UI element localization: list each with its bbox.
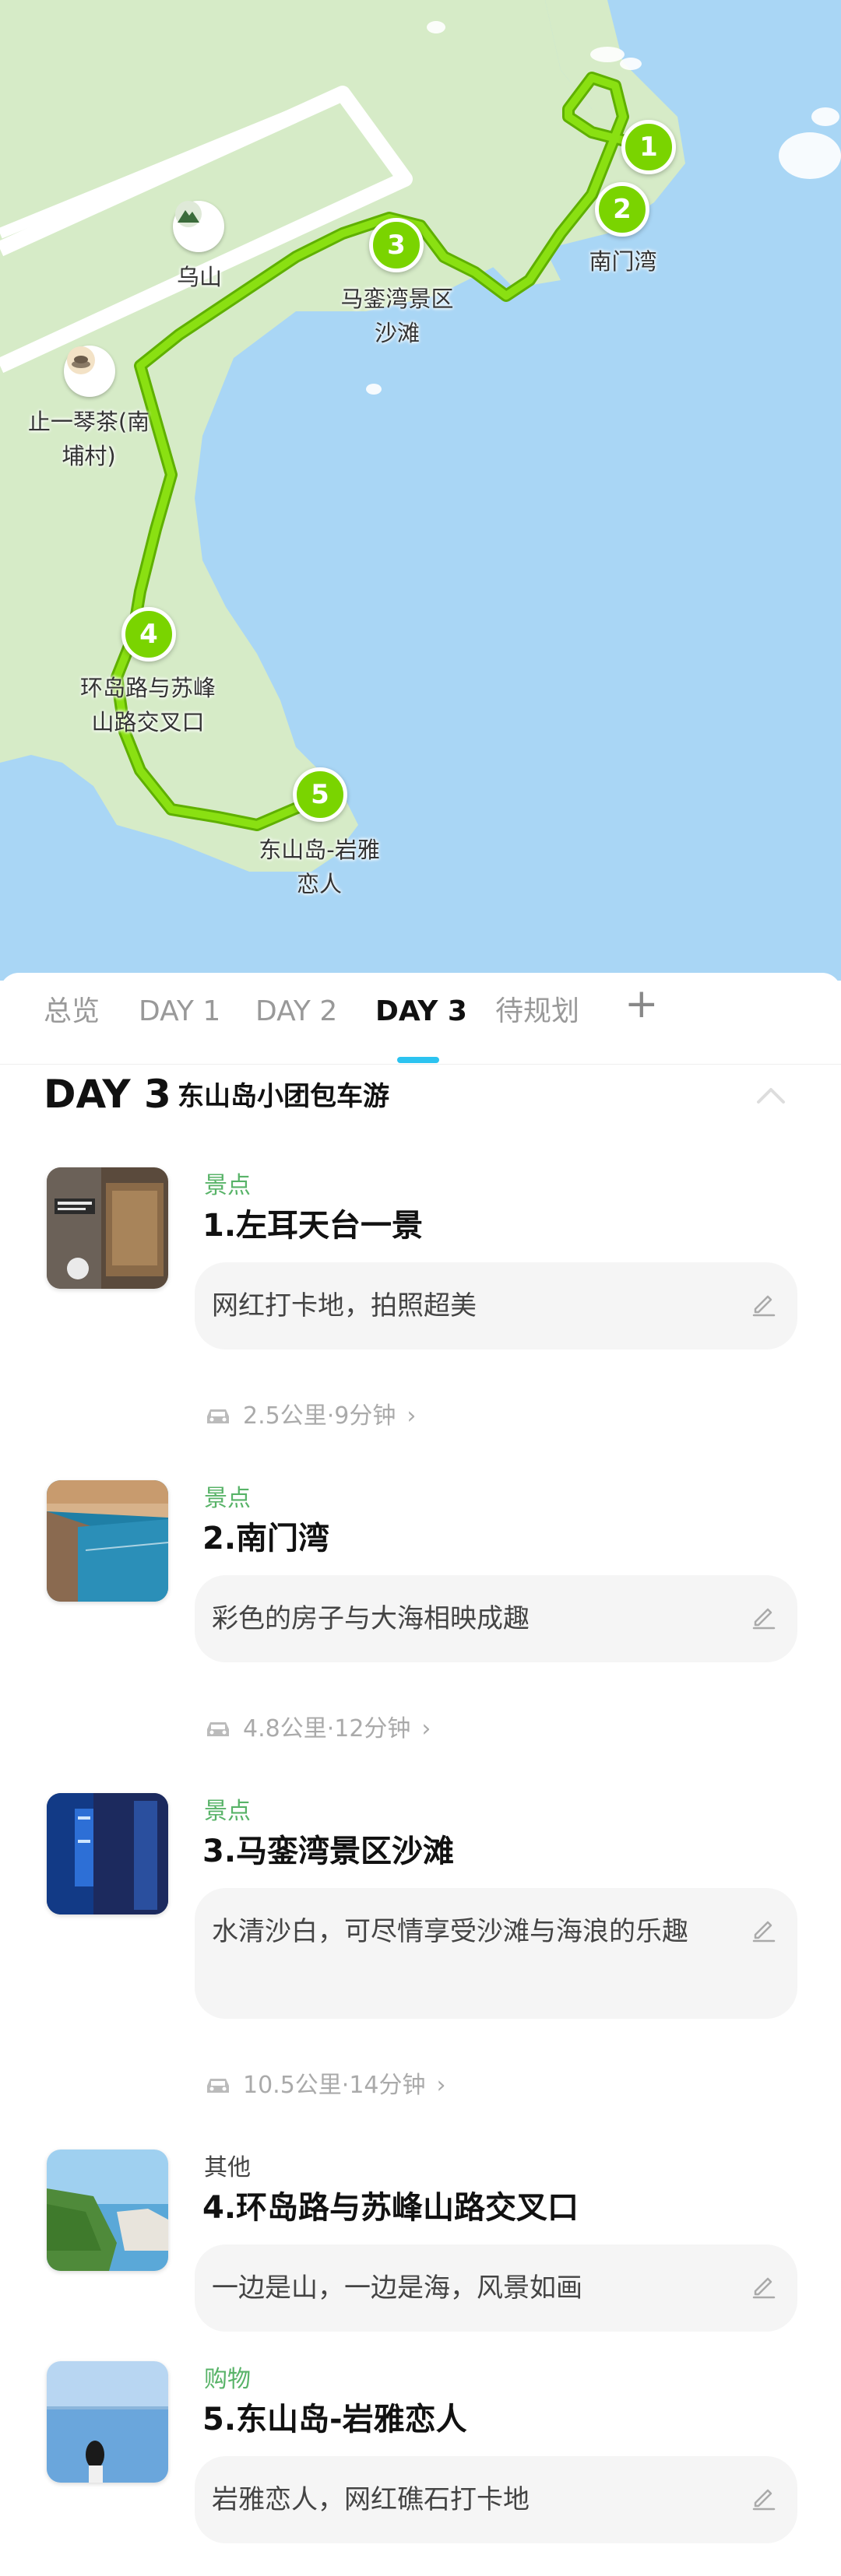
route-marker-2[interactable]: 2 bbox=[595, 182, 649, 237]
stop-4-image bbox=[47, 2150, 168, 2271]
tab-day-3[interactable]: DAY 3 bbox=[375, 993, 467, 1030]
stop-1-note[interactable]: 网红打卡地，拍照超美 bbox=[195, 1262, 797, 1349]
edit-icon[interactable] bbox=[749, 1914, 779, 1944]
stop-2-note[interactable]: 彩色的房子与大海相映成趣 bbox=[195, 1575, 797, 1662]
stop-5-image bbox=[47, 2361, 168, 2483]
route-marker-4[interactable]: 4 bbox=[121, 607, 176, 662]
route-marker-5-label-line1: 东山岛-岩雅 bbox=[259, 837, 380, 863]
stop-1-category: 景点 bbox=[204, 1172, 251, 1199]
transit-1-2-text: 2.5公里·9分钟 bbox=[243, 1402, 396, 1430]
stop-2-thumbnail[interactable] bbox=[47, 1480, 168, 1602]
edit-icon[interactable] bbox=[749, 2483, 779, 2512]
stop-1-note-text: 网红打卡地，拍照超美 bbox=[212, 1290, 477, 1321]
tab-day-2[interactable]: DAY 2 bbox=[255, 993, 337, 1030]
stop-2-image bbox=[47, 1480, 168, 1602]
tab-day-1[interactable]: DAY 1 bbox=[139, 993, 220, 1030]
transit-3-4[interactable]: 10.5公里·14分钟 › bbox=[204, 2070, 446, 2101]
transit-3-4-text: 10.5公里·14分钟 bbox=[243, 2072, 426, 2099]
route-map[interactable]: 乌山 止一琴茶(南 埔村) 1 2 南门湾 3 马銮湾景区 沙滩 4 环岛路与苏… bbox=[0, 0, 841, 981]
day-title: DAY 3 bbox=[44, 1072, 171, 1117]
route-marker-5[interactable]: 5 bbox=[293, 767, 347, 822]
route-marker-3-label-line2: 沙滩 bbox=[374, 320, 420, 346]
stop-1-thumbnail[interactable] bbox=[47, 1167, 168, 1289]
route-marker-2-label: 南门湾 bbox=[589, 248, 657, 275]
add-day-button[interactable]: + bbox=[625, 984, 659, 1024]
stop-2-note-text: 彩色的房子与大海相映成趣 bbox=[212, 1603, 530, 1634]
stop-3-note[interactable]: 水清沙白，可尽情享受沙滩与海浪的乐趣 bbox=[195, 1888, 797, 2019]
stop-4-title[interactable]: 4.环岛路与苏峰山路交叉口 bbox=[202, 2187, 579, 2229]
transit-2-3[interactable]: 4.8公里·12分钟 › bbox=[204, 1714, 431, 1745]
stop-5-note[interactable]: 岩雅恋人，网红礁石打卡地 bbox=[195, 2456, 797, 2543]
stop-2-title[interactable]: 2.南门湾 bbox=[202, 1518, 329, 1560]
stop-5-note-text: 岩雅恋人，网红礁石打卡地 bbox=[212, 2484, 530, 2515]
route-marker-4-label-line2: 山路交叉口 bbox=[91, 709, 205, 735]
stop-3-note-text: 水清沙白，可尽情享受沙滩与海浪的乐趣 bbox=[212, 1916, 688, 1947]
transit-2-3-text: 4.8公里·12分钟 bbox=[243, 1715, 411, 1742]
car-icon bbox=[207, 1409, 229, 1423]
stop-3-thumbnail[interactable] bbox=[47, 1793, 168, 1914]
poi-tea-label-line1: 止一琴茶(南 bbox=[27, 409, 150, 435]
route-marker-4-label-line1: 环岛路与苏峰 bbox=[79, 675, 216, 701]
route-marker-3[interactable]: 3 bbox=[369, 218, 424, 272]
tab-overview[interactable]: 总览 bbox=[44, 993, 100, 1030]
route-marker-5-label-line2: 恋人 bbox=[296, 871, 342, 897]
stop-2-category: 景点 bbox=[204, 1485, 251, 1512]
chevron-up-icon[interactable] bbox=[754, 1083, 788, 1107]
stop-4-note[interactable]: 一边是山，一边是海，风景如画 bbox=[195, 2244, 797, 2332]
car-icon bbox=[207, 1722, 229, 1736]
stop-3-image bbox=[47, 1793, 168, 1914]
stop-5-thumbnail[interactable] bbox=[47, 2361, 168, 2483]
route-marker-3-label-line1: 马銮湾景区 bbox=[340, 286, 454, 312]
chevron-right-icon: › bbox=[421, 1715, 431, 1742]
transit-1-2[interactable]: 2.5公里·9分钟 › bbox=[204, 1401, 416, 1432]
stop-4-note-text: 一边是山，一边是海，风景如画 bbox=[212, 2272, 582, 2304]
day-subtitle: 东山岛小团包车游 bbox=[178, 1081, 389, 1112]
teacup-icon bbox=[67, 346, 95, 374]
stop-1-image bbox=[47, 1167, 168, 1289]
edit-icon[interactable] bbox=[749, 1602, 779, 1631]
stop-5-category: 购物 bbox=[204, 2366, 251, 2393]
poi-tea-label-line2: 埔村) bbox=[62, 443, 116, 469]
stop-1-title[interactable]: 1.左耳天台一景 bbox=[202, 1205, 423, 1247]
edit-icon[interactable] bbox=[749, 2271, 779, 2301]
route-marker-1[interactable]: 1 bbox=[621, 120, 676, 174]
edit-icon[interactable] bbox=[749, 1289, 779, 1318]
tab-to-plan[interactable]: 待规划 bbox=[495, 993, 579, 1030]
chevron-right-icon: › bbox=[406, 1402, 417, 1430]
map-canvas bbox=[0, 0, 841, 872]
stop-5-title[interactable]: 5.东山岛-岩雅恋人 bbox=[202, 2399, 467, 2441]
stop-4-thumbnail[interactable] bbox=[47, 2150, 168, 2271]
active-tab-indicator bbox=[397, 1057, 439, 1063]
poi-wushan-pin[interactable] bbox=[173, 201, 224, 252]
stop-3-title[interactable]: 3.马銮湾景区沙滩 bbox=[202, 1830, 454, 1872]
chevron-right-icon: › bbox=[436, 2072, 446, 2099]
stop-4-category: 其他 bbox=[204, 2154, 251, 2181]
car-icon bbox=[207, 2079, 229, 2093]
mountain-icon bbox=[175, 201, 202, 227]
poi-tea-pin[interactable] bbox=[64, 346, 115, 397]
poi-wushan-label: 乌山 bbox=[176, 264, 222, 290]
day-tab-bar: 总览 DAY 1 DAY 2 DAY 3 待规划 + bbox=[0, 973, 841, 1065]
stop-3-category: 景点 bbox=[204, 1798, 251, 1825]
